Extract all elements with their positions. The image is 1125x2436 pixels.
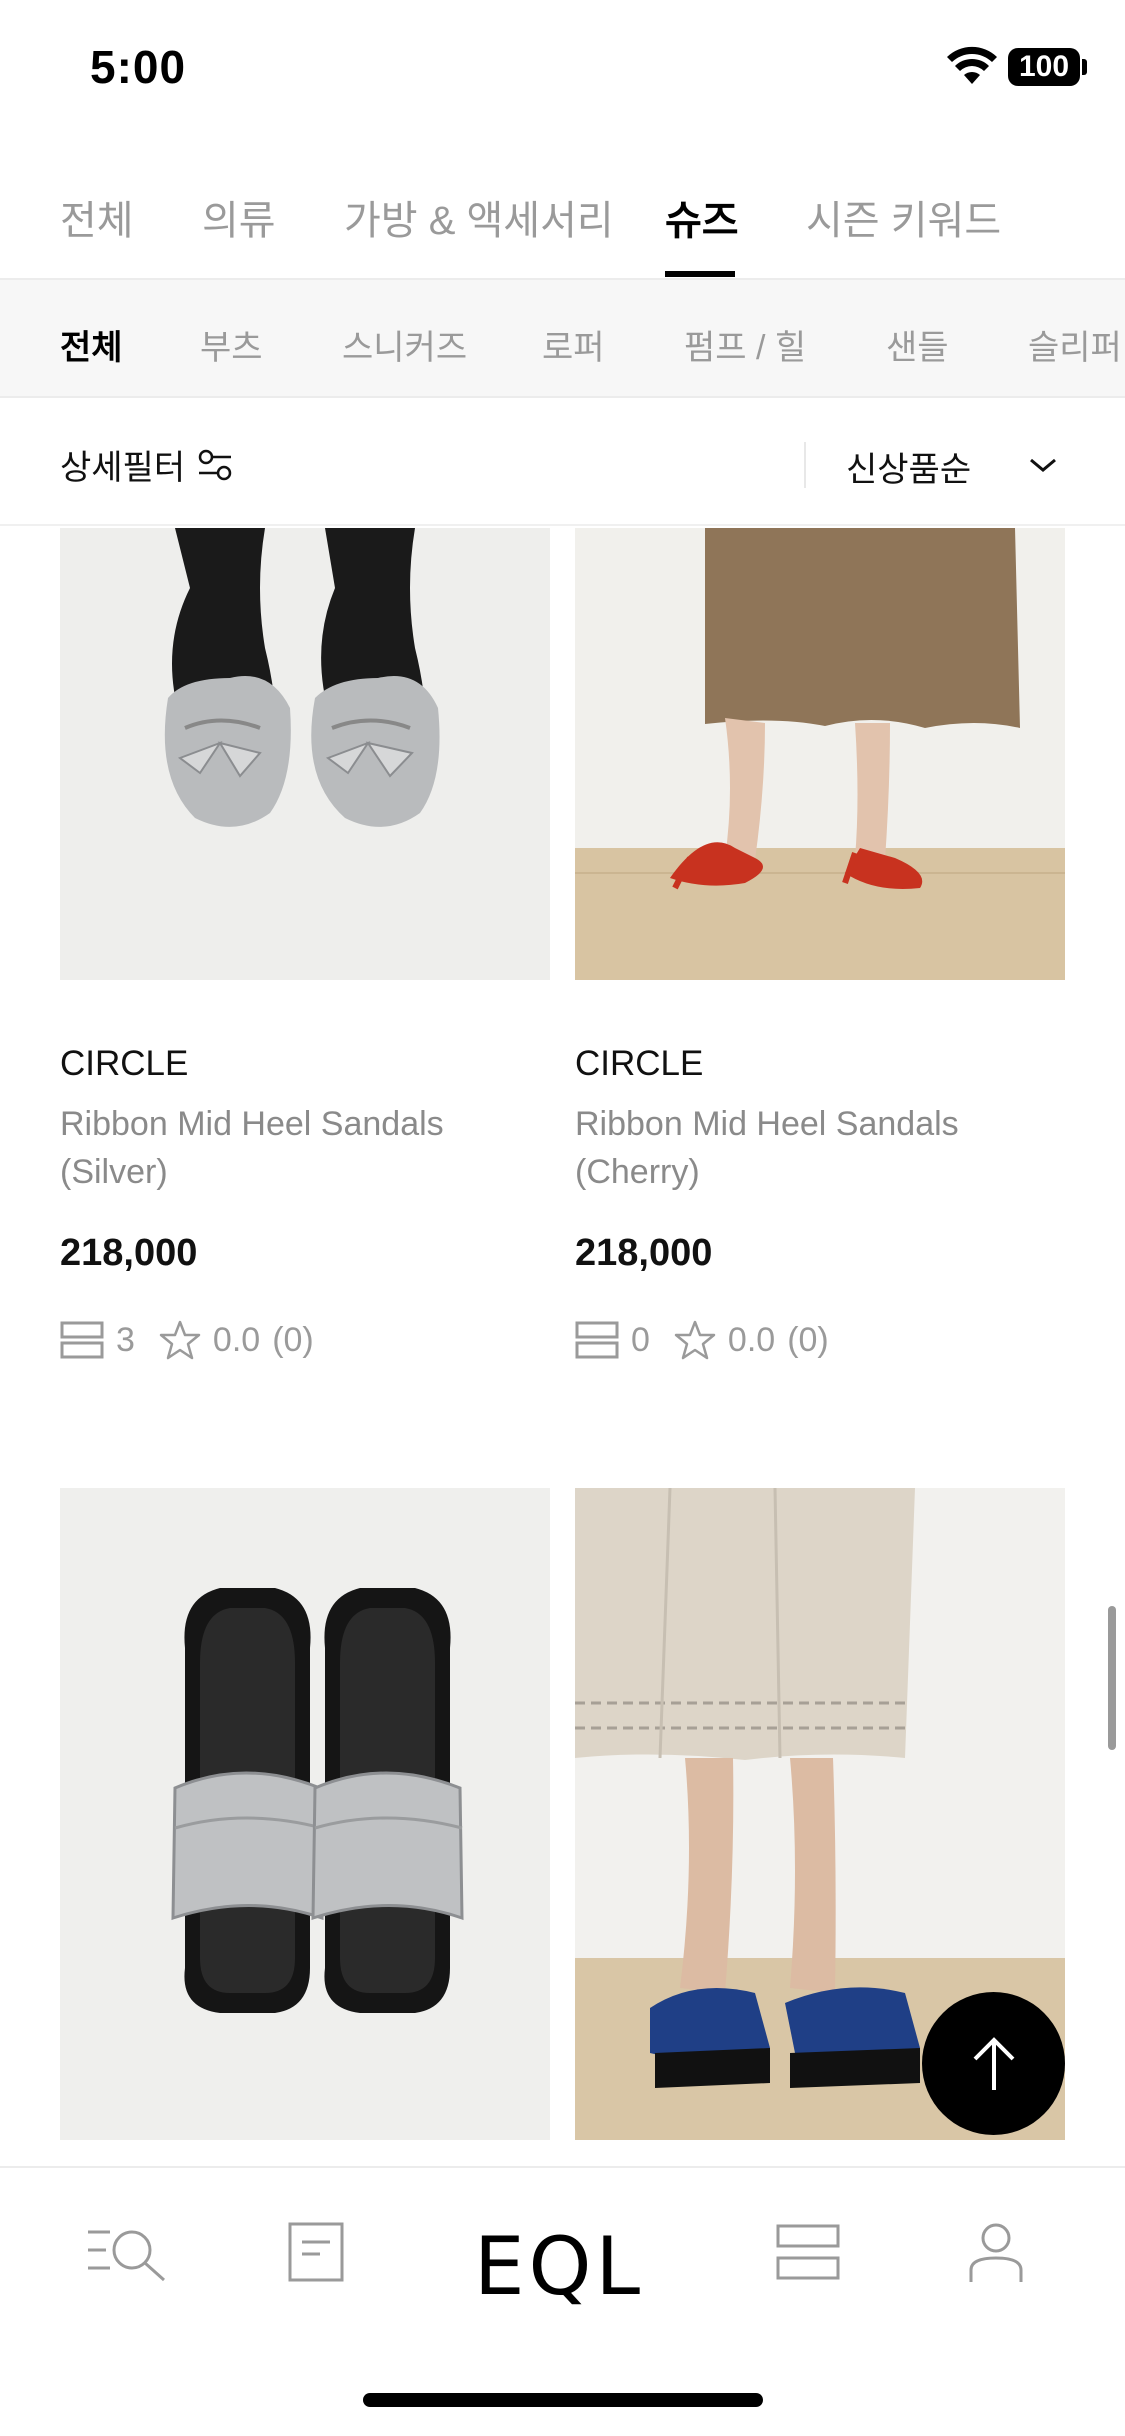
scroll-indicator[interactable] bbox=[1108, 1606, 1116, 1750]
subcategory-tabs: 전체 부츠 스니커즈 로퍼 펌프 / 힐 샌들 슬리퍼 bbox=[0, 280, 1125, 398]
subtab-slippers[interactable]: 슬리퍼 bbox=[1028, 320, 1122, 369]
rating-value: 0.0 bbox=[727, 1320, 776, 1359]
eql-logo[interactable]: EQL bbox=[474, 2220, 644, 2313]
product-price: 218,000 bbox=[60, 1232, 198, 1274]
filter-sliders-icon bbox=[198, 449, 232, 480]
cherry-heel-sandals-image bbox=[575, 528, 1065, 980]
battery-tip bbox=[1082, 59, 1087, 75]
tab-clothing[interactable]: 의류 bbox=[202, 188, 276, 246]
product-name: Ribbon Mid Heel Sandals (Silver) bbox=[60, 1105, 444, 1191]
product-meta: 0 0.0 (0) bbox=[575, 1320, 829, 1360]
product-image[interactable] bbox=[60, 1488, 550, 2140]
layers-icon bbox=[575, 1321, 619, 1359]
search-menu-icon[interactable] bbox=[86, 2222, 168, 2282]
home-indicator bbox=[363, 2393, 763, 2407]
subtab-sneakers[interactable]: 스니커즈 bbox=[342, 320, 467, 369]
rating-count: (0) bbox=[272, 1320, 314, 1359]
product-brand: CIRCLE bbox=[60, 1044, 189, 1083]
tab-all[interactable]: 전체 bbox=[60, 188, 134, 246]
subtab-sandals[interactable]: 샌들 bbox=[886, 320, 949, 369]
document-icon[interactable] bbox=[288, 2222, 344, 2282]
tab-season-keyword[interactable]: 시즌 키워드 bbox=[806, 188, 1001, 246]
product-card[interactable] bbox=[60, 1488, 550, 2140]
tab-bags-accessories[interactable]: 가방 & 액세서리 bbox=[344, 188, 614, 246]
review-count: 0 bbox=[631, 1320, 650, 1359]
rating-count: (0) bbox=[787, 1320, 829, 1359]
active-tab-indicator bbox=[665, 271, 735, 277]
battery-icon: 100 bbox=[1008, 48, 1080, 86]
filter-divider bbox=[804, 442, 806, 488]
user-icon[interactable] bbox=[968, 2222, 1024, 2284]
tab-shoes[interactable]: 슈즈 bbox=[665, 188, 739, 246]
layers-icon[interactable] bbox=[776, 2222, 840, 2282]
scroll-to-top-button[interactable] bbox=[922, 1992, 1065, 2135]
status-bar: 5:00 100 bbox=[0, 0, 1125, 140]
subtab-all[interactable]: 전체 bbox=[60, 320, 123, 369]
product-card[interactable]: CIRCLE Ribbon Mid Heel Sandals (Silver) … bbox=[60, 528, 550, 1368]
product-image[interactable] bbox=[575, 528, 1065, 980]
product-meta: 3 0.0 (0) bbox=[60, 1320, 314, 1360]
wifi-icon bbox=[947, 46, 997, 84]
subtab-boots[interactable]: 부츠 bbox=[200, 320, 263, 369]
star-icon bbox=[159, 1320, 201, 1360]
status-time: 5:00 bbox=[90, 41, 187, 93]
layers-icon bbox=[60, 1321, 104, 1359]
review-count: 3 bbox=[116, 1320, 135, 1359]
sort-select[interactable]: 신상품순 bbox=[846, 442, 971, 491]
arrow-up-icon bbox=[973, 2036, 1014, 2090]
product-image[interactable] bbox=[60, 528, 550, 980]
product-brand: CIRCLE bbox=[575, 1044, 704, 1083]
star-icon bbox=[674, 1320, 716, 1360]
product-card[interactable]: CIRCLE Ribbon Mid Heel Sandals (Cherry) … bbox=[575, 528, 1065, 1368]
silver-heel-sandals-image bbox=[60, 528, 550, 980]
chevron-down-icon[interactable] bbox=[1028, 456, 1058, 474]
category-tabs: 전체 의류 가방 & 액세서리 슈즈 시즌 키워드 bbox=[0, 160, 1125, 280]
product-name: Ribbon Mid Heel Sandals (Cherry) bbox=[575, 1105, 959, 1191]
subtab-pumps-heels[interactable]: 펌프 / 힐 bbox=[684, 320, 806, 369]
detail-filter-label: 상세필터 bbox=[60, 449, 186, 487]
rating-value: 0.0 bbox=[212, 1320, 261, 1359]
product-price: 218,000 bbox=[575, 1232, 713, 1274]
silver-platform-slides-image bbox=[60, 1488, 550, 2140]
filter-bar: 상세필터 신상품순 bbox=[0, 398, 1125, 526]
subtab-loafers[interactable]: 로퍼 bbox=[542, 320, 605, 369]
detail-filter-button[interactable]: 상세필터 bbox=[60, 440, 233, 489]
